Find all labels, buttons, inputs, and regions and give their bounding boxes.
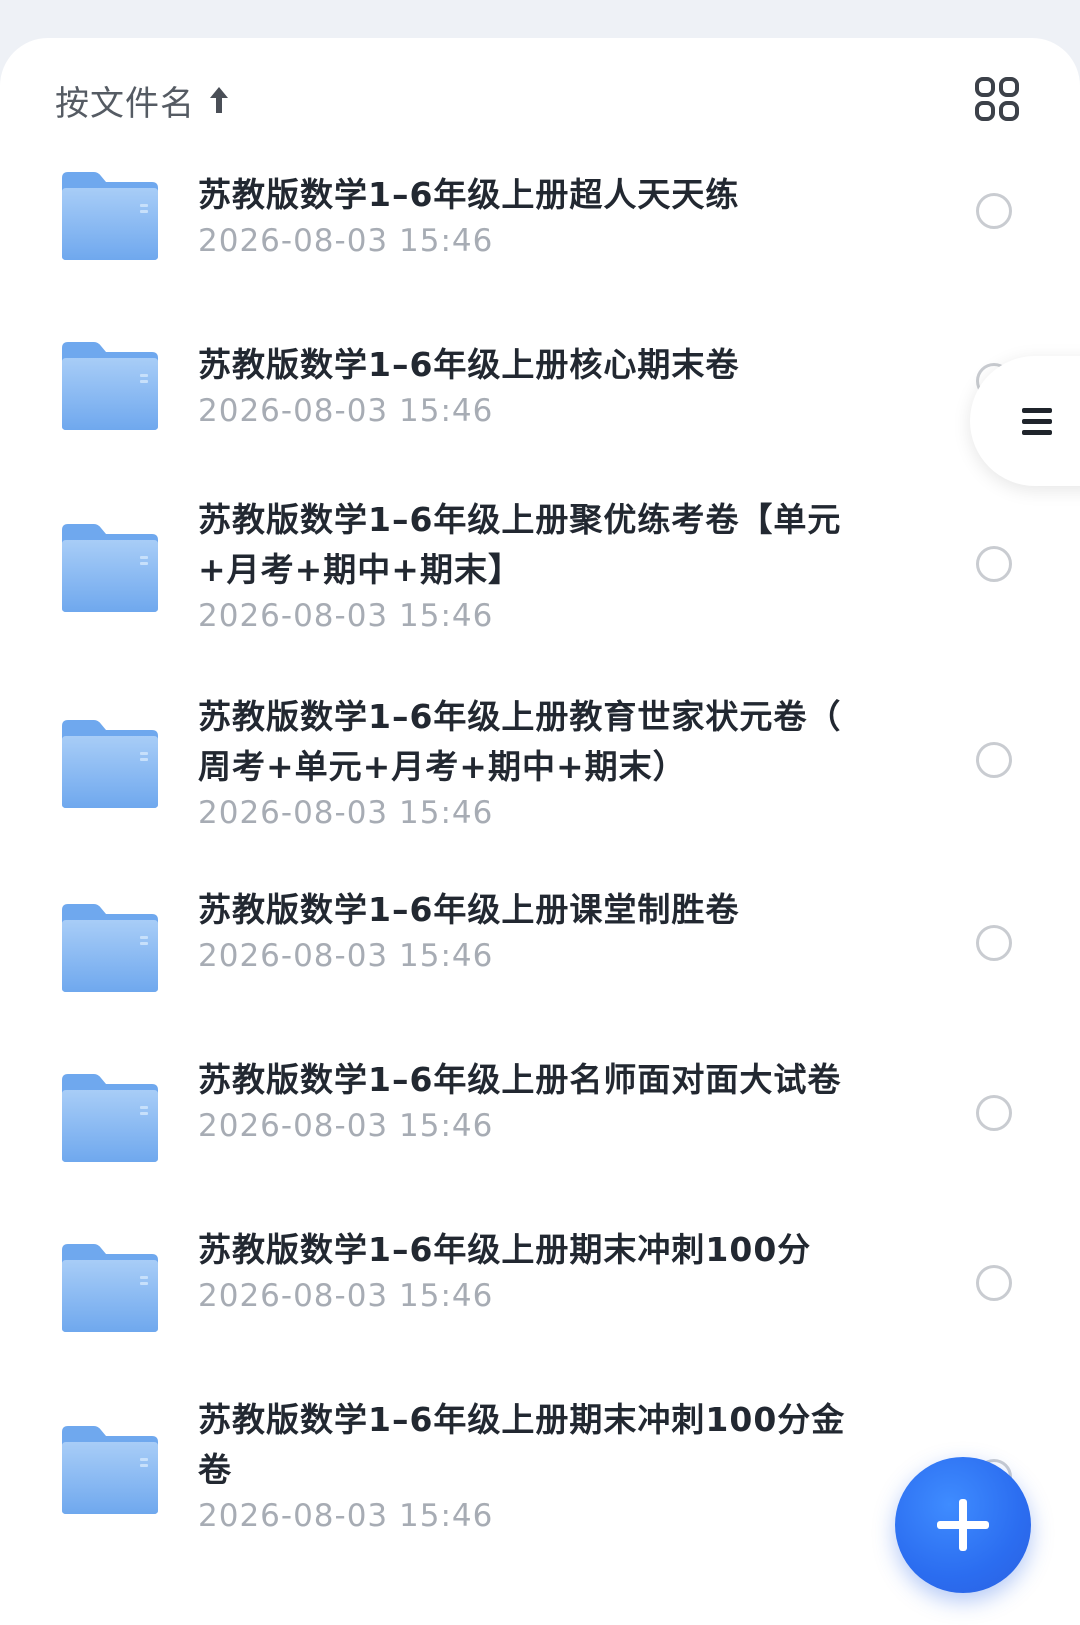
file-title-line: 苏教版数学1–6年级上册教育世家状元卷（ [198, 697, 842, 736]
file-info: 苏教版数学1–6年级上册聚优练考卷【单元 +月考+期中+期末】 2026-08-03… [198, 495, 878, 637]
folder-icon [60, 718, 160, 810]
folder-icon [60, 170, 160, 262]
select-radio[interactable] [976, 546, 1012, 582]
file-title-line: +月考+期中+期末】 [198, 550, 522, 589]
file-date: 2026-08-03 15:46 [198, 598, 494, 634]
file-info: 苏教版数学1–6年级上册期末冲刺100分 2026-08-03 15:46 [198, 1225, 878, 1317]
select-radio[interactable] [976, 1095, 1012, 1131]
select-radio[interactable] [976, 193, 1012, 229]
file-title-line: 苏教版数学1–6年级上册聚优练考卷【单元 [198, 500, 842, 539]
file-date: 2026-08-03 15:46 [198, 223, 494, 259]
file-info: 苏教版数学1–6年级上册名师面对面大试卷 2026-08-03 15:46 [198, 1055, 878, 1147]
file-date: 2026-08-03 15:46 [198, 938, 494, 974]
file-title: 苏教版数学1–6年级上册期末冲刺100分 [198, 1225, 878, 1275]
file-date: 2026-08-03 15:46 [198, 1108, 494, 1144]
file-info: 苏教版数学1–6年级上册核心期末卷 2026-08-03 15:46 [198, 340, 878, 432]
file-title: 苏教版数学1–6年级上册教育世家状元卷（ 周考+单元+月考+期中+期末） [198, 692, 878, 792]
file-list: 苏教版数学1–6年级上册超人天天练 2026-08-03 15:46 苏教版数学1–… [0, 0, 1080, 1625]
folder-icon [60, 1424, 160, 1516]
file-title-line: 苏教版数学1–6年级上册期末冲刺100分金 [198, 1400, 846, 1439]
file-date: 2026-08-03 15:46 [198, 393, 494, 429]
file-title: 苏教版数学1–6年级上册核心期末卷 [198, 340, 878, 390]
folder-icon [60, 1242, 160, 1334]
file-date: 2026-08-03 15:46 [198, 1278, 494, 1314]
file-info: 苏教版数学1–6年级上册超人天天练 2026-08-03 15:46 [198, 170, 878, 262]
folder-icon [60, 522, 160, 614]
menu-icon [1022, 408, 1052, 435]
file-info: 苏教版数学1–6年级上册教育世家状元卷（ 周考+单元+月考+期中+期末） 2026-… [198, 692, 878, 834]
folder-icon [60, 1072, 160, 1164]
select-radio[interactable] [976, 742, 1012, 778]
select-radio[interactable] [976, 925, 1012, 961]
folder-icon [60, 340, 160, 432]
file-title-line: 苏教版数学1–6年级上册期末冲刺100分 [198, 1230, 812, 1269]
file-title: 苏教版数学1–6年级上册名师面对面大试卷 [198, 1055, 878, 1105]
file-title-line: 苏教版数学1–6年级上册课堂制胜卷 [198, 890, 740, 929]
file-date: 2026-08-03 15:46 [198, 795, 494, 831]
folder-icon [60, 902, 160, 994]
file-title: 苏教版数学1–6年级上册期末冲刺100分金卷 [198, 1395, 878, 1495]
file-info: 苏教版数学1–6年级上册期末冲刺100分金卷 2026-08-03 15:46 [198, 1395, 878, 1537]
file-info: 苏教版数学1–6年级上册课堂制胜卷 2026-08-03 15:46 [198, 885, 878, 977]
file-title-line: 周考+单元+月考+期中+期末） [198, 747, 687, 786]
select-radio[interactable] [976, 1265, 1012, 1301]
file-title: 苏教版数学1–6年级上册课堂制胜卷 [198, 885, 878, 935]
file-title: 苏教版数学1–6年级上册聚优练考卷【单元 +月考+期中+期末】 [198, 495, 878, 595]
file-date: 2026-08-03 15:46 [198, 1498, 494, 1534]
file-title: 苏教版数学1–6年级上册超人天天练 [198, 170, 878, 220]
add-button[interactable] [895, 1457, 1031, 1593]
plus-icon [937, 1499, 989, 1551]
file-title-line: 苏教版数学1–6年级上册超人天天练 [198, 175, 740, 214]
file-title-line: 苏教版数学1–6年级上册核心期末卷 [198, 345, 740, 384]
file-title-line: 卷 [198, 1450, 232, 1489]
file-title-line: 苏教版数学1–6年级上册名师面对面大试卷 [198, 1060, 842, 1099]
